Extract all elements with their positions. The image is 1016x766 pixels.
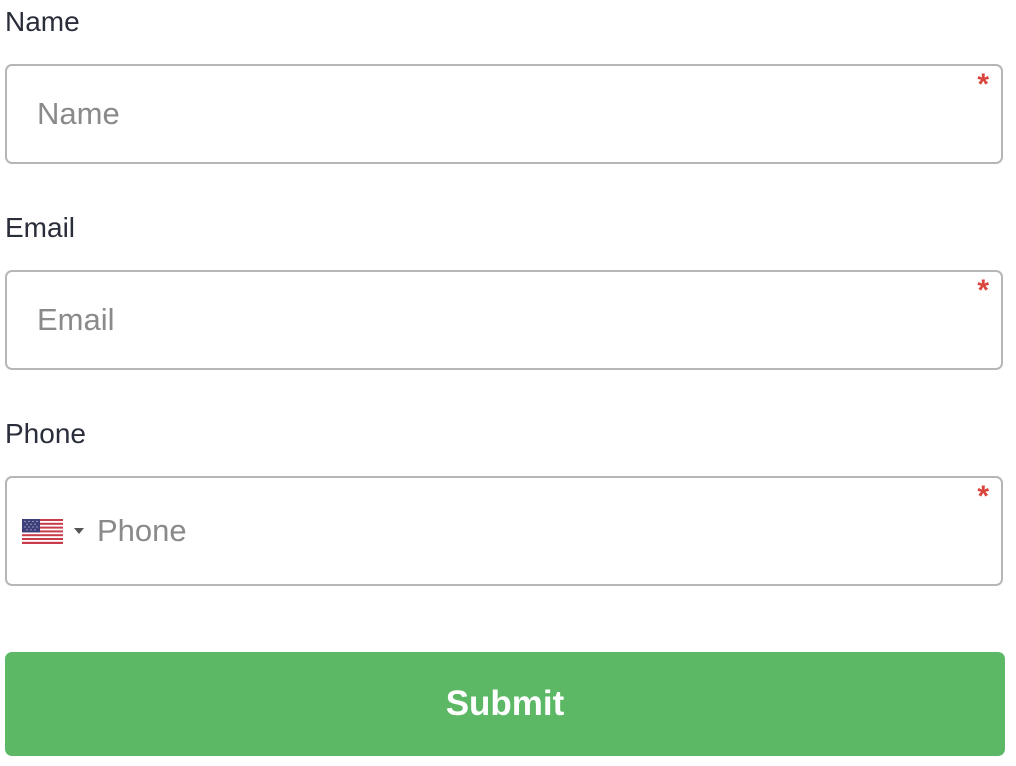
contact-form: Name * Email * Phone — [0, 0, 1016, 766]
email-field-container: * — [5, 270, 1003, 370]
us-flag-icon — [22, 518, 63, 544]
submit-button[interactable]: Submit — [5, 652, 1005, 756]
phone-label: Phone — [5, 418, 86, 449]
phone-input[interactable] — [97, 478, 961, 584]
email-input[interactable] — [37, 272, 961, 368]
name-label: Name — [5, 6, 80, 37]
email-label: Email — [5, 212, 76, 243]
required-asterisk: * — [977, 68, 989, 101]
name-input[interactable] — [37, 66, 961, 162]
required-asterisk: * — [977, 480, 989, 513]
name-field-container: * — [5, 64, 1003, 164]
required-asterisk: * — [977, 274, 989, 307]
chevron-down-icon — [74, 528, 84, 534]
phone-field-container: * — [5, 476, 1003, 586]
country-code-selector[interactable] — [22, 478, 92, 584]
